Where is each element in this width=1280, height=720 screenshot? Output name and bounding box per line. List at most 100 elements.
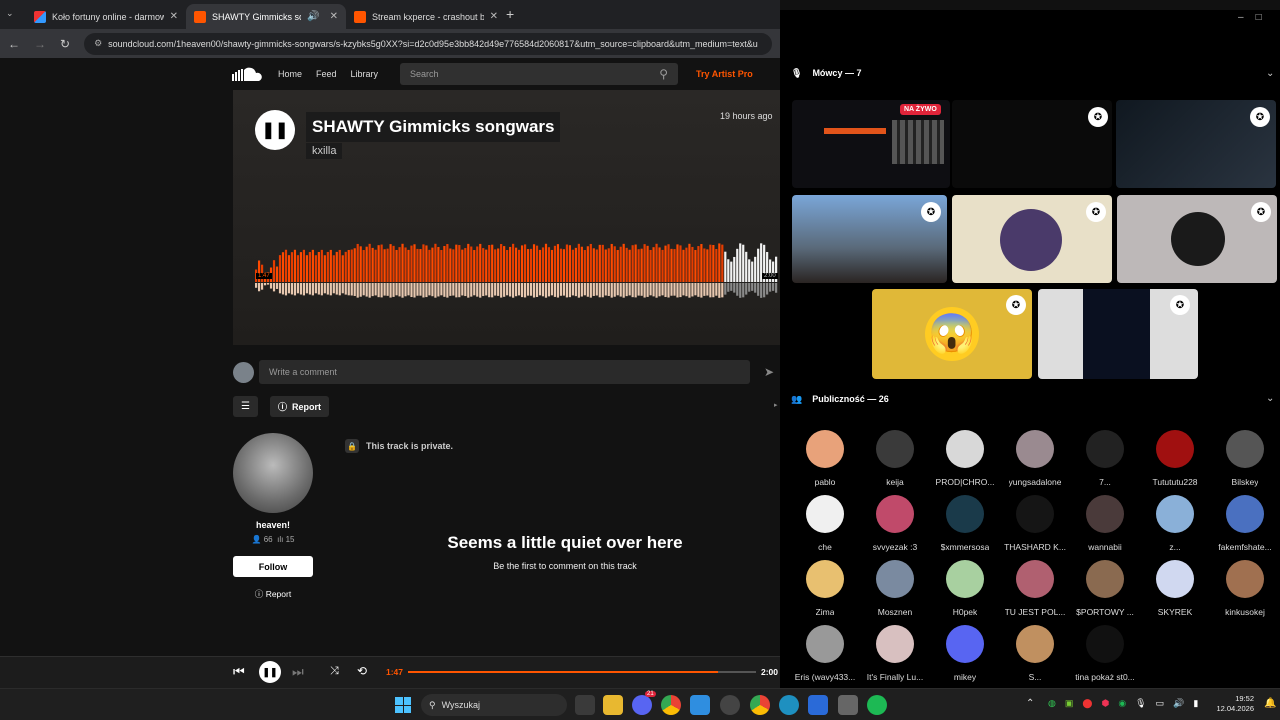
nav-home[interactable]: Home: [278, 69, 302, 79]
audience-member[interactable]: PROD|CHRO...: [930, 430, 1000, 494]
audience-member[interactable]: S...: [1000, 625, 1070, 689]
search-input[interactable]: Search ⚲: [400, 63, 679, 85]
audience-member[interactable]: mikey: [930, 625, 1000, 689]
chevron-down-icon[interactable]: ⌄: [1266, 68, 1274, 79]
nav-library[interactable]: Library: [351, 69, 379, 79]
volume-icon[interactable]: 🔊: [1173, 698, 1184, 709]
nvidia-icon[interactable]: ▣: [1065, 698, 1074, 709]
discord-taskbar-icon[interactable]: [632, 695, 652, 715]
audience-member[interactable]: SKYREK: [1140, 560, 1210, 624]
audience-member[interactable]: che: [790, 495, 860, 559]
maximize-icon[interactable]: □: [1256, 12, 1274, 23]
back-arrow-icon[interactable]: ←: [8, 37, 20, 51]
close-tab-icon[interactable]: ✕: [330, 11, 338, 22]
try-artist-pro-link[interactable]: Try Artist Pro: [696, 69, 753, 79]
audience-member[interactable]: z...: [1140, 495, 1210, 559]
notepad-icon[interactable]: [808, 695, 828, 715]
obs-icon[interactable]: [720, 695, 740, 715]
uploader-avatar[interactable]: [233, 433, 313, 513]
soundcloud-logo-icon[interactable]: [232, 66, 266, 82]
audience-member[interactable]: TU JEST POL...: [1000, 560, 1070, 624]
minimize-icon[interactable]: –: [1238, 12, 1256, 23]
uploader-report-link[interactable]: ⓘ Report: [233, 588, 313, 600]
audience-member[interactable]: Bilskey: [1210, 430, 1280, 494]
network-icon[interactable]: ▭: [1156, 698, 1165, 709]
clock[interactable]: 19:52 12.04.2026: [1206, 694, 1254, 714]
audience-member[interactable]: pablo: [790, 430, 860, 494]
windows-start-icon[interactable]: [395, 697, 411, 713]
audience-header[interactable]: 👥 Publiczność — 26: [791, 394, 889, 405]
battery-icon[interactable]: ▮: [1193, 698, 1198, 709]
audience-member[interactable]: wannabii: [1070, 495, 1140, 559]
site-info-icon[interactable]: ⚙: [94, 38, 102, 49]
audience-member[interactable]: Zima: [790, 560, 860, 624]
track-artist[interactable]: kxilla: [306, 143, 343, 159]
edge-icon[interactable]: [779, 695, 799, 715]
comment-input[interactable]: Write a comment: [259, 360, 750, 384]
audience-member[interactable]: $PORTOWY ...: [1070, 560, 1140, 624]
url-field[interactable]: ⚙ soundcloud.com/1heaven00/shawty-gimmic…: [84, 32, 772, 55]
player-pause-button[interactable]: ❚❚: [259, 661, 281, 683]
show-hidden-icons-chevron[interactable]: ⌃: [1026, 698, 1034, 709]
speaker-tile-7[interactable]: 😱 ✪: [872, 289, 1032, 379]
audience-member[interactable]: It's Finally Lu...: [860, 625, 930, 689]
calculator-icon[interactable]: [838, 695, 858, 715]
tab-list-chevron-icon[interactable]: ⌄: [6, 8, 14, 19]
shuffle-icon[interactable]: ⤨: [330, 665, 339, 678]
tray-record-icon[interactable]: ⬢: [1101, 698, 1109, 709]
speaker-tile-8[interactable]: ✪: [1038, 289, 1198, 379]
repeat-icon[interactable]: ⟲: [357, 664, 367, 678]
audience-member[interactable]: fakemfshate...: [1210, 495, 1280, 559]
spotify-tray-icon[interactable]: ◉: [1118, 698, 1126, 709]
forward-arrow-icon[interactable]: →: [34, 37, 46, 51]
speaker-tile-4[interactable]: ✪: [792, 195, 947, 283]
close-tab-icon[interactable]: ✕: [490, 11, 498, 22]
close-tab-icon[interactable]: ✕: [170, 11, 178, 22]
expand-arrow-icon[interactable]: ▸: [774, 401, 778, 409]
chevron-down-icon[interactable]: ⌄: [1266, 393, 1274, 404]
speaker-tile-5[interactable]: ✪: [952, 195, 1112, 283]
audience-member[interactable]: tina pokaż st0...: [1070, 625, 1140, 689]
photos-app-icon[interactable]: [690, 695, 710, 715]
audience-member[interactable]: Mosznen: [860, 560, 930, 624]
add-to-next-up-button[interactable]: ☰: [233, 396, 258, 417]
audience-member[interactable]: svvyezak :3: [860, 495, 930, 559]
audience-member[interactable]: yungsadalone: [1000, 430, 1070, 494]
tab-shawty-gimmicks[interactable]: SHAWTY Gimmicks songwars 🔊 ✕: [186, 4, 346, 29]
audience-member[interactable]: keija: [860, 430, 930, 494]
reload-icon[interactable]: ↻: [60, 37, 70, 51]
next-track-icon[interactable]: ⏭: [292, 664, 304, 680]
audience-member[interactable]: THASHARD K...: [1000, 495, 1070, 559]
speaker-icon[interactable]: 🔊: [307, 11, 319, 22]
speaker-tile-2[interactable]: ✪: [952, 100, 1112, 188]
speaker-tile-screenshare[interactable]: NA ŻYWO: [792, 100, 950, 188]
speaker-tile-3[interactable]: ✪: [1116, 100, 1276, 188]
audience-member[interactable]: $xmmersosa: [930, 495, 1000, 559]
spotify-icon[interactable]: [867, 695, 887, 715]
taskbar-search[interactable]: ⚲ Wyszukaj: [421, 694, 567, 716]
notifications-bell-icon[interactable]: 🔔: [1264, 698, 1276, 709]
file-explorer-icon[interactable]: [603, 695, 623, 715]
nav-feed[interactable]: Feed: [316, 69, 337, 79]
chrome-icon[interactable]: [661, 695, 681, 715]
tray-mic-icon[interactable]: ⬤: [1082, 698, 1092, 709]
microphone-icon[interactable]: 🎙: [1135, 698, 1146, 709]
audience-member[interactable]: 7...: [1070, 430, 1140, 494]
hero-pause-button[interactable]: ❚❚: [255, 110, 295, 150]
chrome-profile-icon[interactable]: [750, 695, 770, 715]
audience-member[interactable]: Tutututu228: [1140, 430, 1210, 494]
player-progress-track[interactable]: [408, 671, 756, 673]
previous-track-icon[interactable]: ⏮: [233, 664, 245, 680]
uploader-name[interactable]: heaven!: [233, 520, 313, 530]
audience-member[interactable]: kinkusokej: [1210, 560, 1280, 624]
send-comment-icon[interactable]: ➤: [764, 365, 774, 379]
task-view-icon[interactable]: [575, 695, 595, 715]
audience-member[interactable]: Eris (wavy433...: [790, 625, 860, 689]
speaker-tile-6[interactable]: ✪: [1117, 195, 1277, 283]
speakers-header[interactable]: 🎙 Mówcy — 7: [791, 68, 861, 79]
report-button[interactable]: ⓘ Report: [270, 396, 330, 417]
audience-member[interactable]: H0pek: [930, 560, 1000, 624]
track-waveform[interactable]: [255, 236, 778, 300]
tab-kolo-fortuny[interactable]: Koło fortuny online - darmowe ✕: [26, 4, 186, 29]
follow-button[interactable]: Follow: [233, 556, 313, 577]
